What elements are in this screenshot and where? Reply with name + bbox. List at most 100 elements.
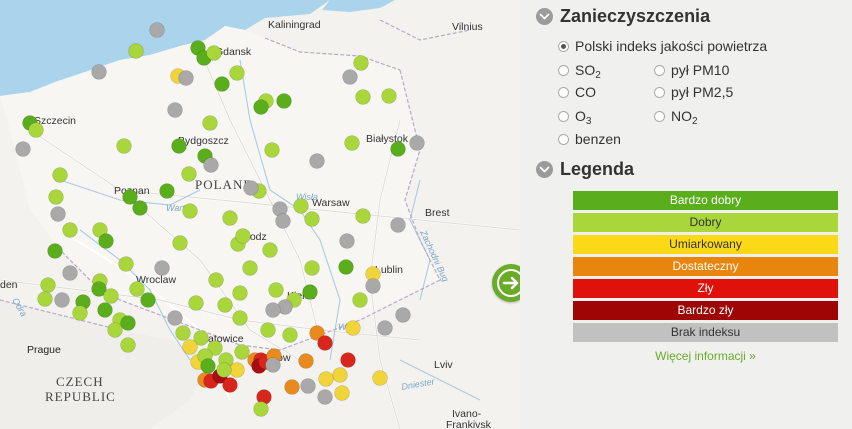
radio[interactable] [654, 64, 665, 76]
station-marker-none[interactable] [300, 378, 316, 394]
station-marker-none[interactable] [62, 265, 78, 281]
station-marker-none[interactable] [377, 320, 393, 336]
station-marker-good[interactable] [355, 89, 371, 105]
station-marker-good[interactable] [282, 327, 298, 343]
station-marker-very-good[interactable] [214, 76, 230, 92]
option-co[interactable]: CO [558, 84, 596, 100]
station-marker-very-good[interactable] [120, 315, 136, 331]
station-marker-good[interactable] [128, 43, 144, 59]
station-marker-none[interactable] [275, 213, 291, 229]
option-polish-index[interactable]: Polski indeks jakości powietrza [558, 38, 767, 54]
station-marker-good[interactable] [103, 288, 119, 304]
option-pm25[interactable]: pył PM2,5 [654, 84, 733, 100]
station-marker-bad[interactable] [317, 335, 333, 351]
station-marker-good[interactable] [216, 362, 232, 378]
station-marker-very-good[interactable] [390, 141, 406, 157]
station-marker-good[interactable] [129, 281, 145, 297]
station-marker-good[interactable] [208, 272, 224, 288]
station-marker-good[interactable] [262, 242, 278, 258]
station-marker-bad[interactable] [222, 377, 238, 393]
station-marker-good[interactable] [293, 198, 309, 214]
pollutants-section-toggle[interactable]: Zanieczyszczenia [536, 6, 710, 27]
station-marker-very-good[interactable] [171, 138, 187, 154]
station-marker-none[interactable] [15, 141, 31, 157]
station-marker-good[interactable] [72, 305, 88, 321]
station-marker-good[interactable] [182, 203, 198, 219]
station-marker-very-good[interactable] [47, 243, 63, 259]
station-marker-moderate[interactable] [334, 385, 350, 401]
station-marker-good[interactable] [353, 55, 369, 71]
station-marker-moderate[interactable] [372, 370, 388, 386]
station-marker-good[interactable] [232, 310, 248, 326]
station-marker-good[interactable] [116, 138, 132, 154]
radio[interactable] [558, 133, 569, 145]
station-marker-none[interactable] [243, 180, 259, 196]
station-marker-none[interactable] [50, 206, 66, 222]
map-view[interactable]: Kaliningrad Vilnius Gdansk Szczecin Bydg… [0, 0, 520, 429]
station-marker-none[interactable] [265, 302, 281, 318]
station-marker-good[interactable] [304, 211, 320, 227]
station-marker-moderate[interactable] [345, 320, 361, 336]
station-marker-good[interactable] [107, 322, 123, 338]
station-marker-none[interactable] [167, 310, 183, 326]
station-marker-very-good[interactable] [200, 358, 216, 374]
radio[interactable] [558, 86, 569, 98]
option-o3[interactable]: O3 [558, 108, 591, 127]
radio[interactable] [558, 64, 569, 76]
station-marker-good[interactable] [264, 142, 280, 158]
station-marker-none[interactable] [203, 157, 219, 173]
station-marker-good[interactable] [235, 228, 251, 244]
station-marker-good[interactable] [381, 88, 397, 104]
station-marker-good[interactable] [62, 222, 78, 238]
station-marker-none[interactable] [167, 102, 183, 118]
station-marker-good[interactable] [268, 282, 284, 298]
station-marker-good[interactable] [352, 292, 368, 308]
map-canvas[interactable]: Kaliningrad Vilnius Gdansk Szczecin Bydg… [0, 0, 520, 429]
station-marker-good[interactable] [234, 344, 250, 360]
station-marker-none[interactable] [154, 260, 170, 276]
station-marker-very-good[interactable] [159, 183, 175, 199]
station-marker-very-good[interactable] [276, 93, 292, 109]
station-marker-good[interactable] [242, 260, 258, 276]
station-marker-good[interactable] [48, 189, 64, 205]
station-marker-very-good[interactable] [140, 292, 156, 308]
radio[interactable] [558, 110, 569, 122]
station-marker-good[interactable] [229, 65, 245, 81]
station-marker-moderate[interactable] [229, 362, 245, 378]
station-marker-sufficient[interactable] [298, 353, 314, 369]
station-marker-good[interactable] [222, 210, 238, 226]
radio-checked[interactable] [558, 40, 569, 52]
station-marker-very-good[interactable] [338, 259, 354, 275]
station-marker-none[interactable] [178, 70, 194, 86]
station-marker-very-good[interactable] [253, 99, 269, 115]
station-marker-none[interactable] [365, 278, 381, 294]
radio[interactable] [654, 86, 665, 98]
station-marker-sufficient[interactable] [284, 379, 300, 395]
station-marker-very-good[interactable] [132, 200, 148, 216]
option-no2[interactable]: NO2 [654, 108, 698, 127]
station-marker-very-good[interactable] [302, 284, 318, 300]
station-marker-good[interactable] [118, 256, 134, 272]
station-marker-none[interactable] [265, 357, 281, 373]
station-marker-good[interactable] [175, 325, 191, 341]
radio[interactable] [654, 110, 665, 122]
station-marker-none[interactable] [149, 22, 165, 38]
station-marker-none[interactable] [390, 217, 406, 233]
station-marker-good[interactable] [28, 122, 44, 138]
station-marker-good[interactable] [232, 285, 248, 301]
station-marker-good[interactable] [188, 295, 204, 311]
station-marker-none[interactable] [317, 389, 333, 405]
station-marker-very-good[interactable] [97, 302, 113, 318]
station-marker-bad[interactable] [340, 352, 356, 368]
more-info-link[interactable]: Więcej informacji » [573, 349, 838, 363]
station-marker-none[interactable] [54, 292, 70, 308]
legend-section-toggle[interactable]: Legenda [536, 159, 634, 180]
station-marker-good[interactable] [253, 401, 269, 417]
option-benzene[interactable]: benzen [558, 131, 621, 147]
station-marker-none[interactable] [395, 307, 411, 323]
station-marker-good[interactable] [217, 297, 233, 313]
station-marker-none[interactable] [339, 233, 355, 249]
option-so2[interactable]: SO2 [558, 62, 601, 81]
station-marker-good[interactable] [344, 135, 360, 151]
station-marker-none[interactable] [91, 64, 107, 80]
